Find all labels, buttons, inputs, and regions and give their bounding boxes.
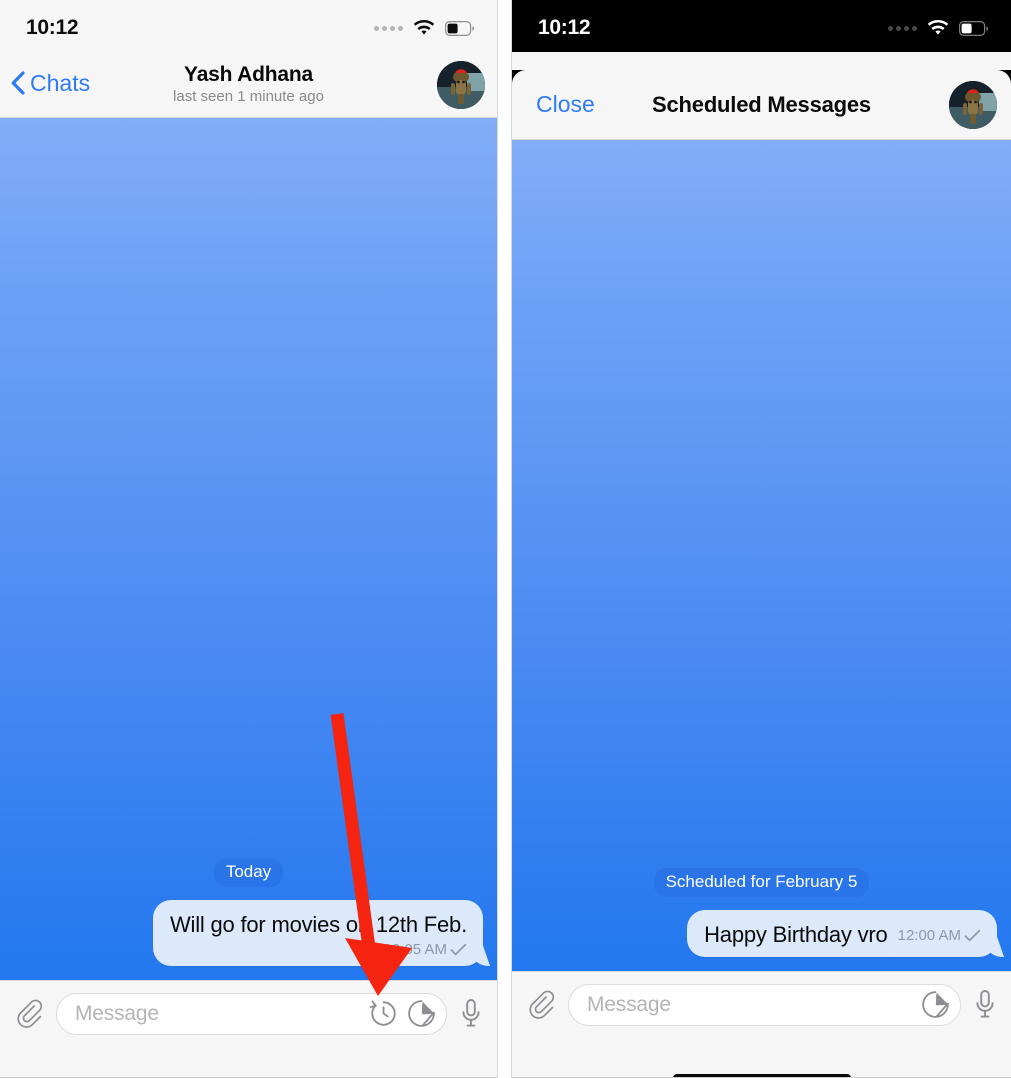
input-trailing-icons <box>921 990 950 1019</box>
message-input-bar-right: Message <box>512 971 1011 1037</box>
status-bar-time: 10:12 <box>538 16 591 39</box>
phone-screen-chat: 10:12 Chats Yash Adhana last seen 1 minu… <box>0 0 498 1078</box>
schedule-separator-pill: Scheduled for February 5 <box>653 868 870 897</box>
sheet-nav-bar: Close Scheduled Messages <box>512 70 1011 140</box>
scheduled-message-canvas: Scheduled for February 5 Happy Birthday … <box>512 140 1011 971</box>
status-bar-indicators <box>374 16 475 37</box>
contact-avatar[interactable] <box>949 80 997 129</box>
message-time: 12:00 AM <box>897 927 961 944</box>
screenshot-stage: 10:12 Chats Yash Adhana last seen 1 minu… <box>0 0 1011 1078</box>
message-input-placeholder: Message <box>75 1001 159 1025</box>
single-check-icon <box>450 943 467 956</box>
avatar-image <box>437 60 485 109</box>
message-input-bar-left: Message <box>0 980 497 1046</box>
phone-screen-scheduled: 10:12 Close Scheduled Messages Scheduled… <box>511 0 1011 1078</box>
scheduled-messages-sheet: Close Scheduled Messages Scheduled for F… <box>512 70 1011 1078</box>
back-to-chats-button[interactable]: Chats <box>10 70 90 100</box>
sticker-icon[interactable] <box>921 990 950 1019</box>
status-bar-right: 10:12 <box>512 0 1011 52</box>
modal-sheet-container: Close Scheduled Messages Scheduled for F… <box>512 70 1011 1078</box>
paperclip-icon[interactable] <box>14 998 44 1030</box>
scheduled-message-bubble[interactable]: Happy Birthday vro 12:00 AM <box>687 910 997 957</box>
message-input-placeholder: Message <box>587 992 671 1016</box>
message-input-field-right[interactable]: Message <box>568 983 961 1026</box>
chevron-left-icon <box>11 71 25 95</box>
chat-nav-bar: Chats Yash Adhana last seen 1 minute ago <box>0 52 497 118</box>
close-button[interactable]: Close <box>536 91 595 118</box>
wifi-icon <box>927 19 949 35</box>
input-trailing-icons <box>369 999 436 1028</box>
wifi-icon <box>413 19 435 35</box>
status-bar-time: 10:12 <box>26 16 79 39</box>
message-input-field-left[interactable]: Message <box>56 992 447 1035</box>
microphone-icon[interactable] <box>459 997 483 1031</box>
battery-icon <box>959 20 988 36</box>
message-meta: 10:05 AM <box>170 941 467 958</box>
message-meta: 12:00 AM <box>898 927 981 949</box>
status-bar-left: 10:12 <box>0 0 497 52</box>
contact-avatar[interactable] <box>437 60 485 109</box>
schedule-clock-icon[interactable] <box>369 999 398 1028</box>
home-indicator-area-right <box>512 1037 1011 1078</box>
schedule-separator-row: Scheduled for February 5 <box>512 868 1011 897</box>
message-row: Happy Birthday vro 12:00 AM <box>512 910 1011 957</box>
avatar-image <box>949 80 997 129</box>
signal-dots-icon <box>374 25 403 31</box>
day-separator-row: Today <box>0 858 497 887</box>
single-check-icon <box>964 929 981 942</box>
microphone-icon[interactable] <box>973 988 997 1022</box>
message-text: Will go for movies on 12th Feb. <box>169 912 467 937</box>
home-indicator-area-left <box>0 1046 497 1078</box>
home-indicator-bar[interactable] <box>672 1074 851 1078</box>
chat-message-canvas: Today Will go for movies on 12th Feb. 10… <box>0 118 497 980</box>
day-separator-pill: Today <box>213 858 284 887</box>
signal-dots-icon <box>888 25 917 31</box>
battery-icon <box>445 20 474 36</box>
outgoing-message-bubble[interactable]: Will go for movies on 12th Feb. 10:05 AM <box>152 900 483 966</box>
sheet-title: Scheduled Messages <box>652 91 871 117</box>
status-bar-indicators <box>888 16 989 37</box>
message-time: 10:05 AM <box>383 941 447 958</box>
message-text: Happy Birthday vro <box>704 922 888 947</box>
bubble-inline-content: Happy Birthday vro 12:00 AM <box>704 921 981 949</box>
message-row: Will go for movies on 12th Feb. 10:05 AM <box>0 900 497 966</box>
back-button-label: Chats <box>30 69 91 96</box>
paperclip-icon[interactable] <box>526 989 556 1021</box>
sticker-icon[interactable] <box>407 999 436 1028</box>
